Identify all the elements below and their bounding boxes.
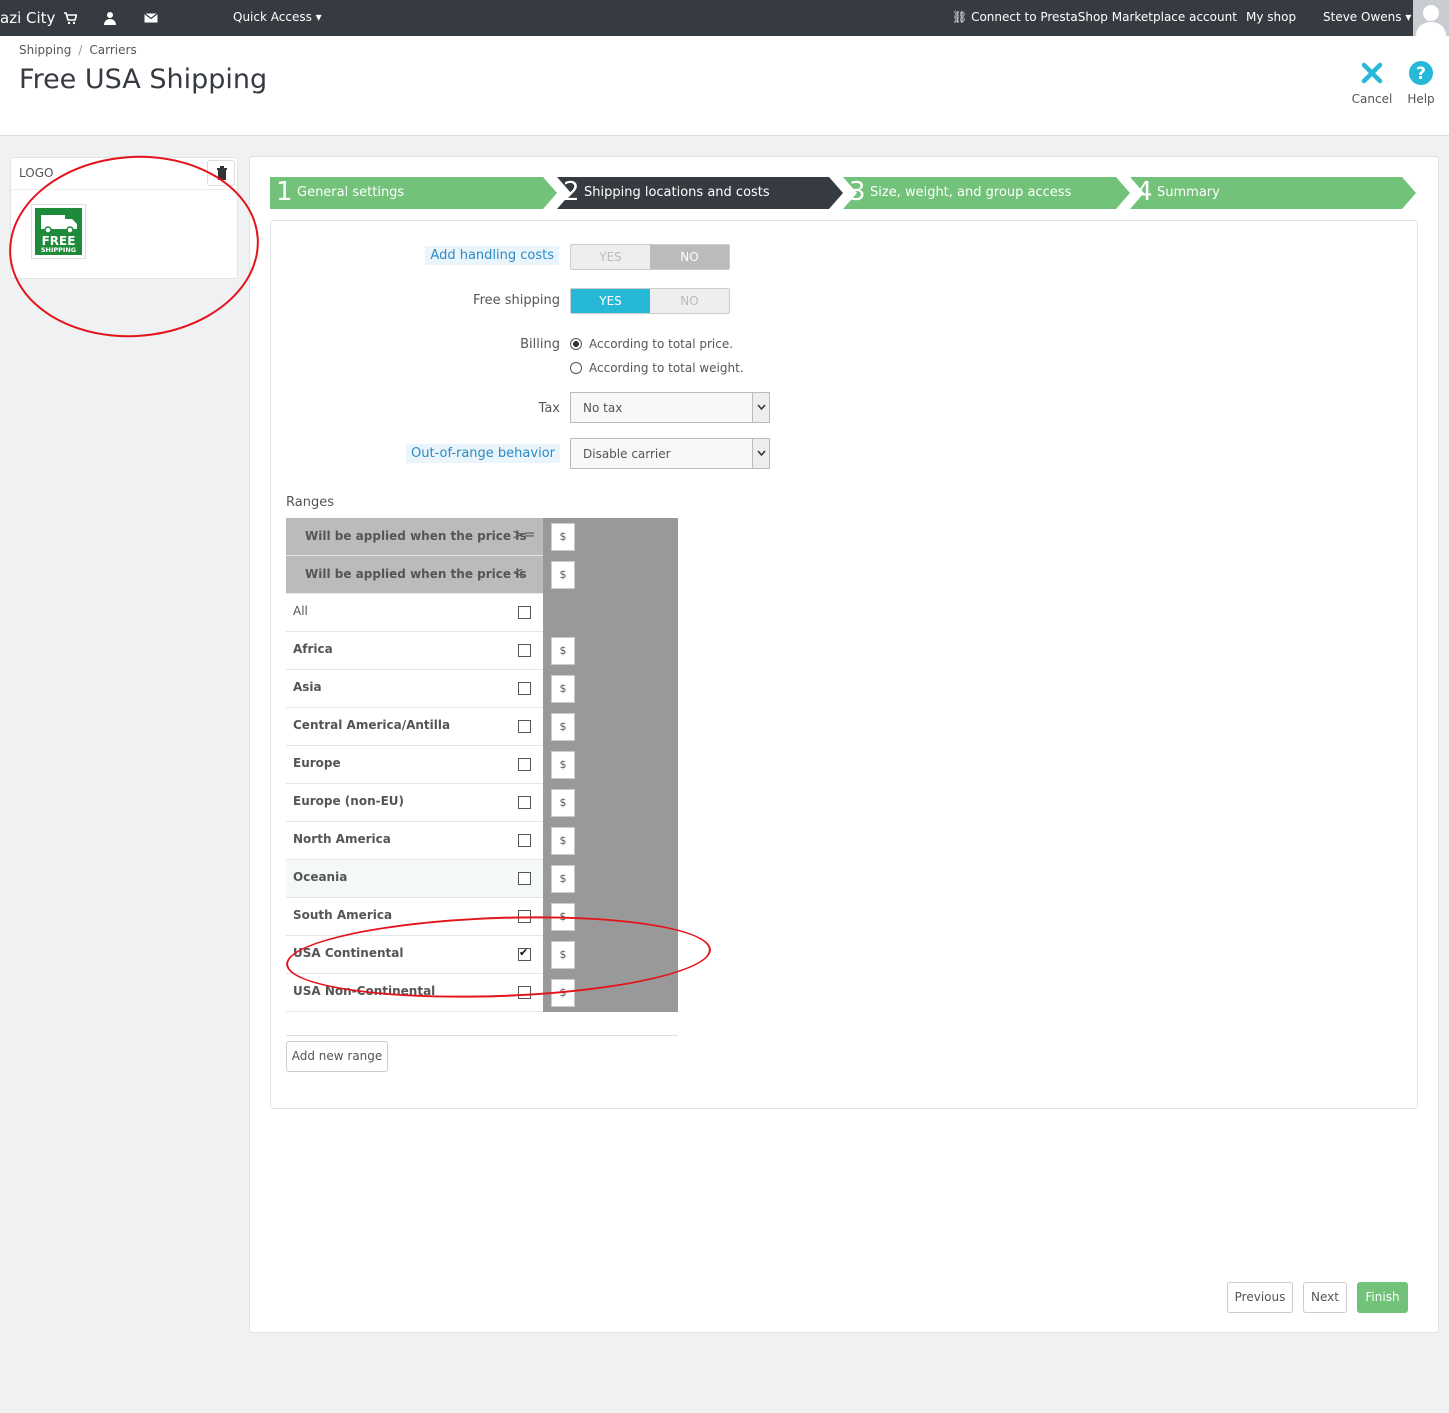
free-shipping-yes-option[interactable]: YES [571, 289, 650, 313]
my-shop-link[interactable]: My shop [1246, 10, 1296, 24]
zone-row: USA Continental $ [286, 936, 678, 974]
billing-option-weight[interactable]: According to total weight. [570, 361, 744, 375]
connect-marketplace-link[interactable]: ⛓ Connect to PrestaShop Marketplace acco… [952, 10, 1237, 24]
zone-price-input[interactable]: $ [551, 903, 575, 931]
add-new-range-button[interactable]: Add new range [286, 1041, 388, 1072]
free-shipping-switch[interactable]: YES NO [570, 288, 730, 314]
carrier-wizard-panel: 1 General settings 2 Shipping locations an… [249, 156, 1439, 1333]
step-size-weight-group[interactable]: 3 Size, weight, and group access [843, 177, 1130, 209]
range-min-input[interactable]: $ [551, 523, 575, 551]
ranges-table: Will be applied when the price is >= $ W… [286, 518, 678, 1012]
zone-price-input[interactable]: $ [551, 827, 575, 855]
wizard-steps: 1 General settings 2 Shipping locations an… [270, 177, 1416, 209]
previous-button[interactable]: Previous [1227, 1282, 1293, 1313]
zone-price-input[interactable]: $ [551, 675, 575, 703]
ranges-divider [286, 1035, 678, 1036]
out-of-range-label: Out-of-range behavior [405, 444, 560, 463]
zone-price-input[interactable]: $ [551, 865, 575, 893]
chevron-down-icon [752, 393, 769, 422]
caret-down-icon: ▾ [315, 10, 322, 24]
step-general-settings[interactable]: 1 General settings [270, 177, 557, 209]
breadcrumb-shipping[interactable]: Shipping [19, 43, 71, 57]
zone-row: South America $ [286, 898, 678, 936]
breadcrumb-separator: / [78, 43, 83, 57]
out-of-range-select[interactable]: Disable carrier [570, 438, 770, 469]
range-row-max: Will be applied when the price is < $ [286, 556, 678, 594]
logo-panel: LOGO FREE SHIPPING [10, 157, 238, 279]
shipping-form: Add handling costs YES NO Free shipping … [270, 220, 1418, 1109]
cart-icon[interactable] [63, 11, 77, 25]
zone-row: Central America/Antilla $ [286, 708, 678, 746]
step-summary[interactable]: 4 Summary [1130, 177, 1416, 209]
billing-label: Billing [520, 337, 560, 352]
help-button[interactable]: ? Help [1397, 60, 1445, 106]
breadcrumb-carriers[interactable]: Carriers [89, 43, 136, 57]
trash-icon [217, 166, 227, 180]
free-shipping-no-option[interactable]: NO [650, 289, 729, 313]
close-icon [1361, 62, 1383, 84]
svg-text:?: ? [1416, 64, 1426, 84]
cancel-button[interactable]: Cancel [1348, 60, 1396, 106]
shop-name[interactable]: azi City [0, 9, 55, 27]
billing-option-price[interactable]: According to total price. [570, 337, 733, 351]
tax-select[interactable]: No tax [570, 392, 770, 423]
page-title: Free USA Shipping [19, 64, 268, 95]
logo-text-shipping: SHIPPING [41, 246, 76, 254]
zone-checkbox[interactable] [518, 644, 531, 657]
handling-costs-label: Add handling costs [425, 246, 559, 265]
top-navbar: azi City Quick Access ▾ ⛓ Connect to Pre… [0, 0, 1449, 36]
breadcrumb: Shipping / Carriers [19, 43, 137, 57]
zone-row: Europe (non-EU) $ [286, 784, 678, 822]
zone-row: USA Non-Continental $ [286, 974, 678, 1012]
zone-price-input[interactable]: $ [551, 789, 575, 817]
user-menu[interactable]: Steve Owens ▾ [1323, 10, 1411, 24]
ranges-title: Ranges [286, 495, 334, 510]
logo-panel-title: LOGO [11, 158, 237, 190]
zone-checkbox[interactable] [518, 986, 531, 999]
caret-down-icon: ▾ [1405, 10, 1412, 24]
zone-checkbox[interactable] [518, 796, 531, 809]
zone-checkbox[interactable] [518, 910, 531, 923]
delete-logo-button[interactable] [207, 160, 235, 186]
zone-row: Africa $ [286, 632, 678, 670]
zone-row: Europe $ [286, 746, 678, 784]
handling-costs-switch[interactable]: YES NO [570, 244, 730, 270]
zone-price-input[interactable]: $ [551, 979, 575, 1007]
zone-row: North America $ [286, 822, 678, 860]
free-shipping-label: Free shipping [473, 293, 560, 308]
zone-price-input[interactable]: $ [551, 637, 575, 665]
zone-checkbox[interactable] [518, 720, 531, 733]
help-icon: ? [1409, 61, 1433, 85]
user-icon[interactable] [103, 11, 117, 25]
checkbox-all[interactable] [518, 606, 531, 619]
zone-checkbox[interactable] [518, 946, 531, 961]
radio-price[interactable] [570, 338, 582, 350]
page-header: Shipping / Carriers Free USA Shipping Canc… [0, 36, 1449, 136]
zone-row: Asia $ [286, 670, 678, 708]
handling-no-option[interactable]: NO [650, 245, 729, 269]
handling-yes-option[interactable]: YES [571, 245, 650, 269]
radio-weight[interactable] [570, 362, 582, 374]
zone-price-input[interactable]: $ [551, 941, 575, 969]
zone-price-input[interactable]: $ [551, 713, 575, 741]
avatar[interactable] [1413, 0, 1449, 36]
chevron-down-icon [752, 439, 769, 468]
zone-price-input[interactable]: $ [551, 751, 575, 779]
range-row-min: Will be applied when the price is >= $ [286, 518, 678, 556]
quick-access-menu[interactable]: Quick Access ▾ [233, 10, 322, 24]
zone-checkbox[interactable] [518, 834, 531, 847]
carrier-logo-image: FREE SHIPPING [31, 204, 86, 259]
range-max-input[interactable]: $ [551, 561, 575, 589]
next-button[interactable]: Next [1303, 1282, 1347, 1313]
zone-checkbox[interactable] [518, 758, 531, 771]
step-shipping-locations[interactable]: 2 Shipping locations and costs [557, 177, 843, 209]
envelope-icon[interactable] [144, 11, 158, 25]
zone-checkbox[interactable] [518, 872, 531, 885]
tax-label: Tax [538, 401, 560, 416]
range-row-all: All [286, 594, 678, 632]
chain-link-icon: ⛓ [952, 10, 968, 24]
zone-checkbox[interactable] [518, 682, 531, 695]
finish-button[interactable]: Finish [1357, 1282, 1408, 1313]
zone-row: Oceania $ [286, 860, 678, 898]
